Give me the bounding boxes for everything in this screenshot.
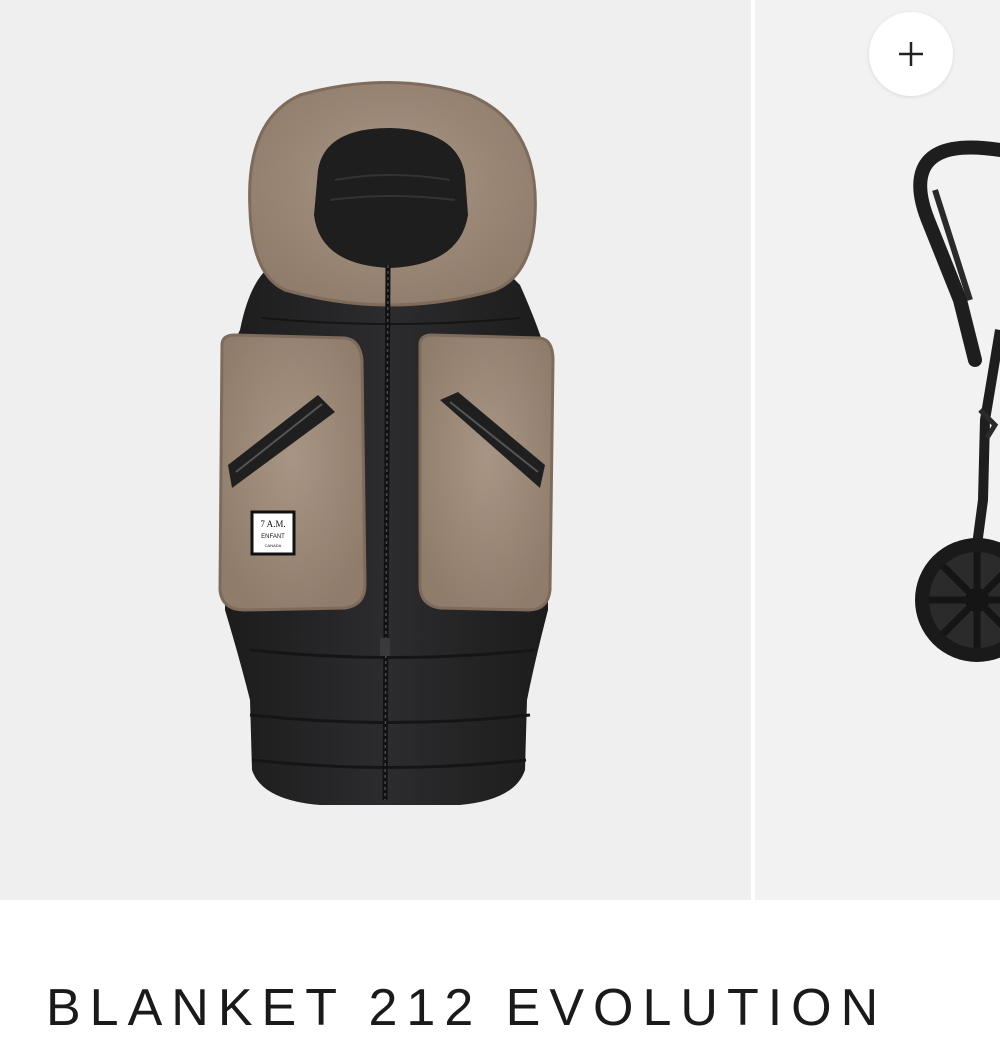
zoom-button[interactable]	[869, 12, 953, 96]
footmuff-illustration: 7 A.M. ENFANT CANADA	[218, 81, 555, 805]
stroller-illustration	[913, 140, 1000, 662]
label-line-2: ENFANT	[261, 534, 285, 540]
label-line-1: 7 A.M.	[260, 519, 285, 529]
label-line-3: CANADA	[265, 543, 282, 548]
product-image-main[interactable]: 7 A.M. ENFANT CANADA	[0, 0, 751, 900]
product-image-gallery[interactable]: 7 A.M. ENFANT CANADA	[0, 0, 1000, 900]
product-title: BLANKET 212 EVOLUTION	[46, 979, 888, 1037]
plus-icon	[899, 42, 923, 66]
product-image-secondary[interactable]	[755, 0, 1000, 900]
